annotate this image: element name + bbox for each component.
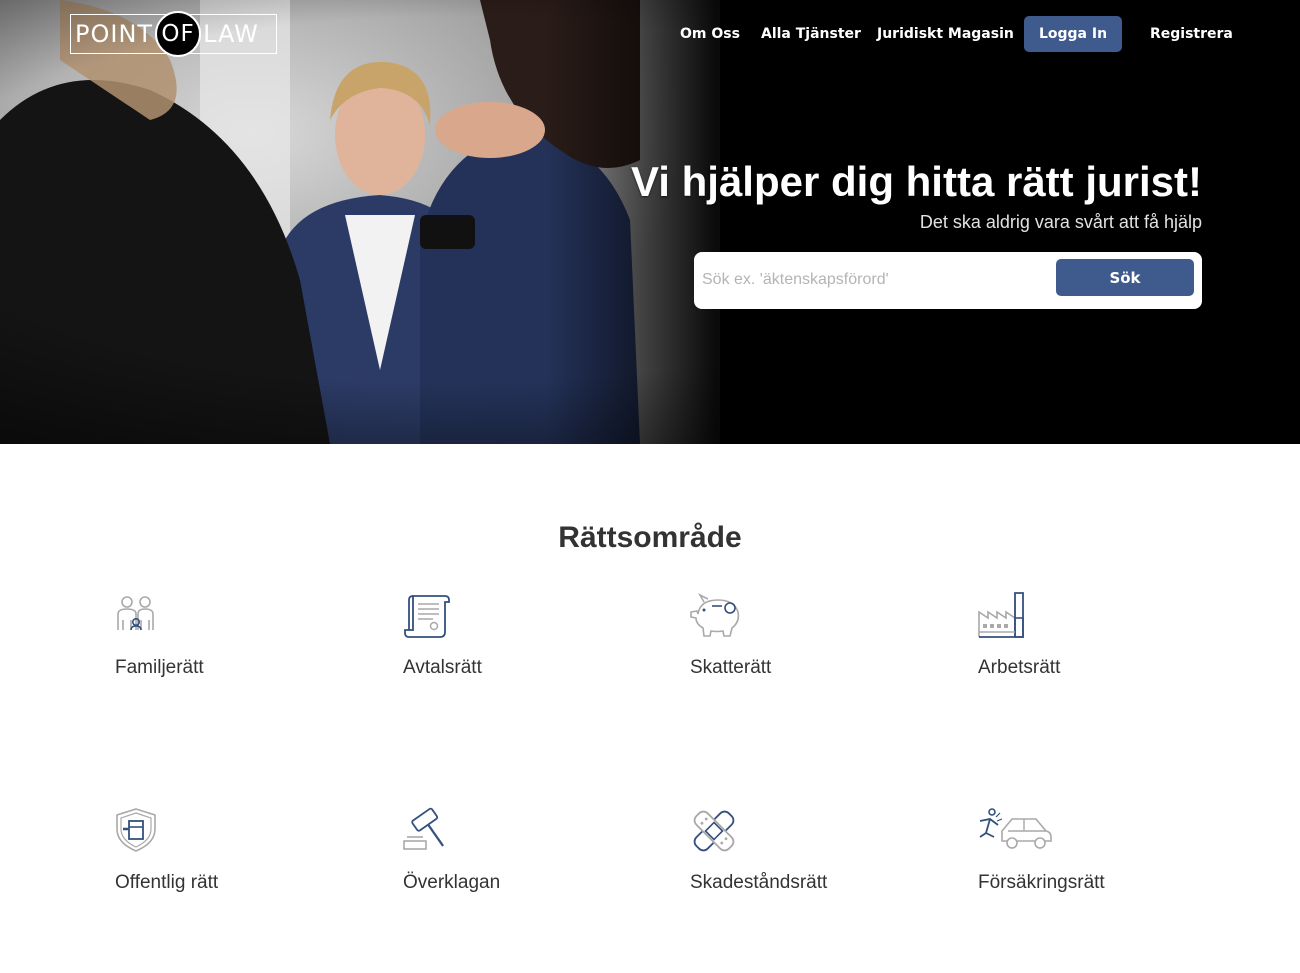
family-icon — [117, 596, 154, 631]
area-label: Familjerätt — [115, 657, 204, 678]
navbar: POINT OF LAW Om Oss Alla Tjänster Juridi… — [0, 0, 1300, 70]
bandage-icon — [693, 810, 735, 852]
area-card-arbetsratt[interactable]: Arbetsrätt — [978, 592, 1228, 692]
area-label: Skatterätt — [690, 657, 772, 678]
shield-icon — [116, 808, 156, 852]
nav-all-services-link[interactable]: Alla Tjänster — [761, 16, 861, 52]
area-label: Försäkringsrätt — [978, 872, 1105, 893]
hero-title: Vi hjälper dig hitta rätt jurist! — [631, 158, 1202, 205]
search-input[interactable] — [696, 260, 1046, 300]
search-form: Sök — [694, 252, 1202, 309]
search-button[interactable]: Sök — [1056, 259, 1194, 296]
area-card-offentlig-ratt[interactable]: Offentlig rätt — [115, 807, 365, 907]
car-accident-icon — [979, 808, 1052, 849]
contract-scroll-icon — [404, 595, 450, 638]
area-card-avtalsratt[interactable]: Avtalsrätt — [403, 592, 653, 692]
nav-about-link[interactable]: Om Oss — [680, 16, 740, 52]
legal-areas-title: Rättsområde — [558, 521, 742, 554]
area-card-familjeratt[interactable]: Familjerätt — [115, 592, 365, 692]
area-label: Offentlig rätt — [115, 872, 219, 893]
area-card-overklagan[interactable]: Överklagan — [403, 807, 653, 907]
gavel-icon — [403, 807, 444, 850]
piggy-bank-icon — [690, 593, 740, 637]
area-label: Arbetsrätt — [978, 657, 1061, 678]
area-label: Överklagan — [403, 872, 501, 893]
area-card-skadestandsratt[interactable]: Skadeståndsrätt — [690, 807, 940, 907]
area-card-skatteratt[interactable]: Skatterätt — [690, 592, 940, 692]
nav-magazine-link[interactable]: Juridiskt Magasin — [877, 16, 1014, 52]
register-link[interactable]: Registrera — [1150, 16, 1233, 52]
area-label: Avtalsrätt — [403, 657, 482, 678]
factory-icon — [978, 592, 1024, 638]
area-label: Skadeståndsrätt — [690, 872, 828, 893]
login-button[interactable]: Logga In — [1024, 16, 1122, 52]
area-card-forsakringsratt[interactable]: Försäkringsrätt — [978, 807, 1228, 907]
hero-section: POINT OF LAW Om Oss Alla Tjänster Juridi… — [0, 0, 1300, 444]
hero-subtitle: Det ska aldrig vara svårt att få hjälp — [919, 212, 1202, 232]
nav-links: Om Oss Alla Tjänster Juridiskt Magasin L… — [0, 16, 1300, 52]
